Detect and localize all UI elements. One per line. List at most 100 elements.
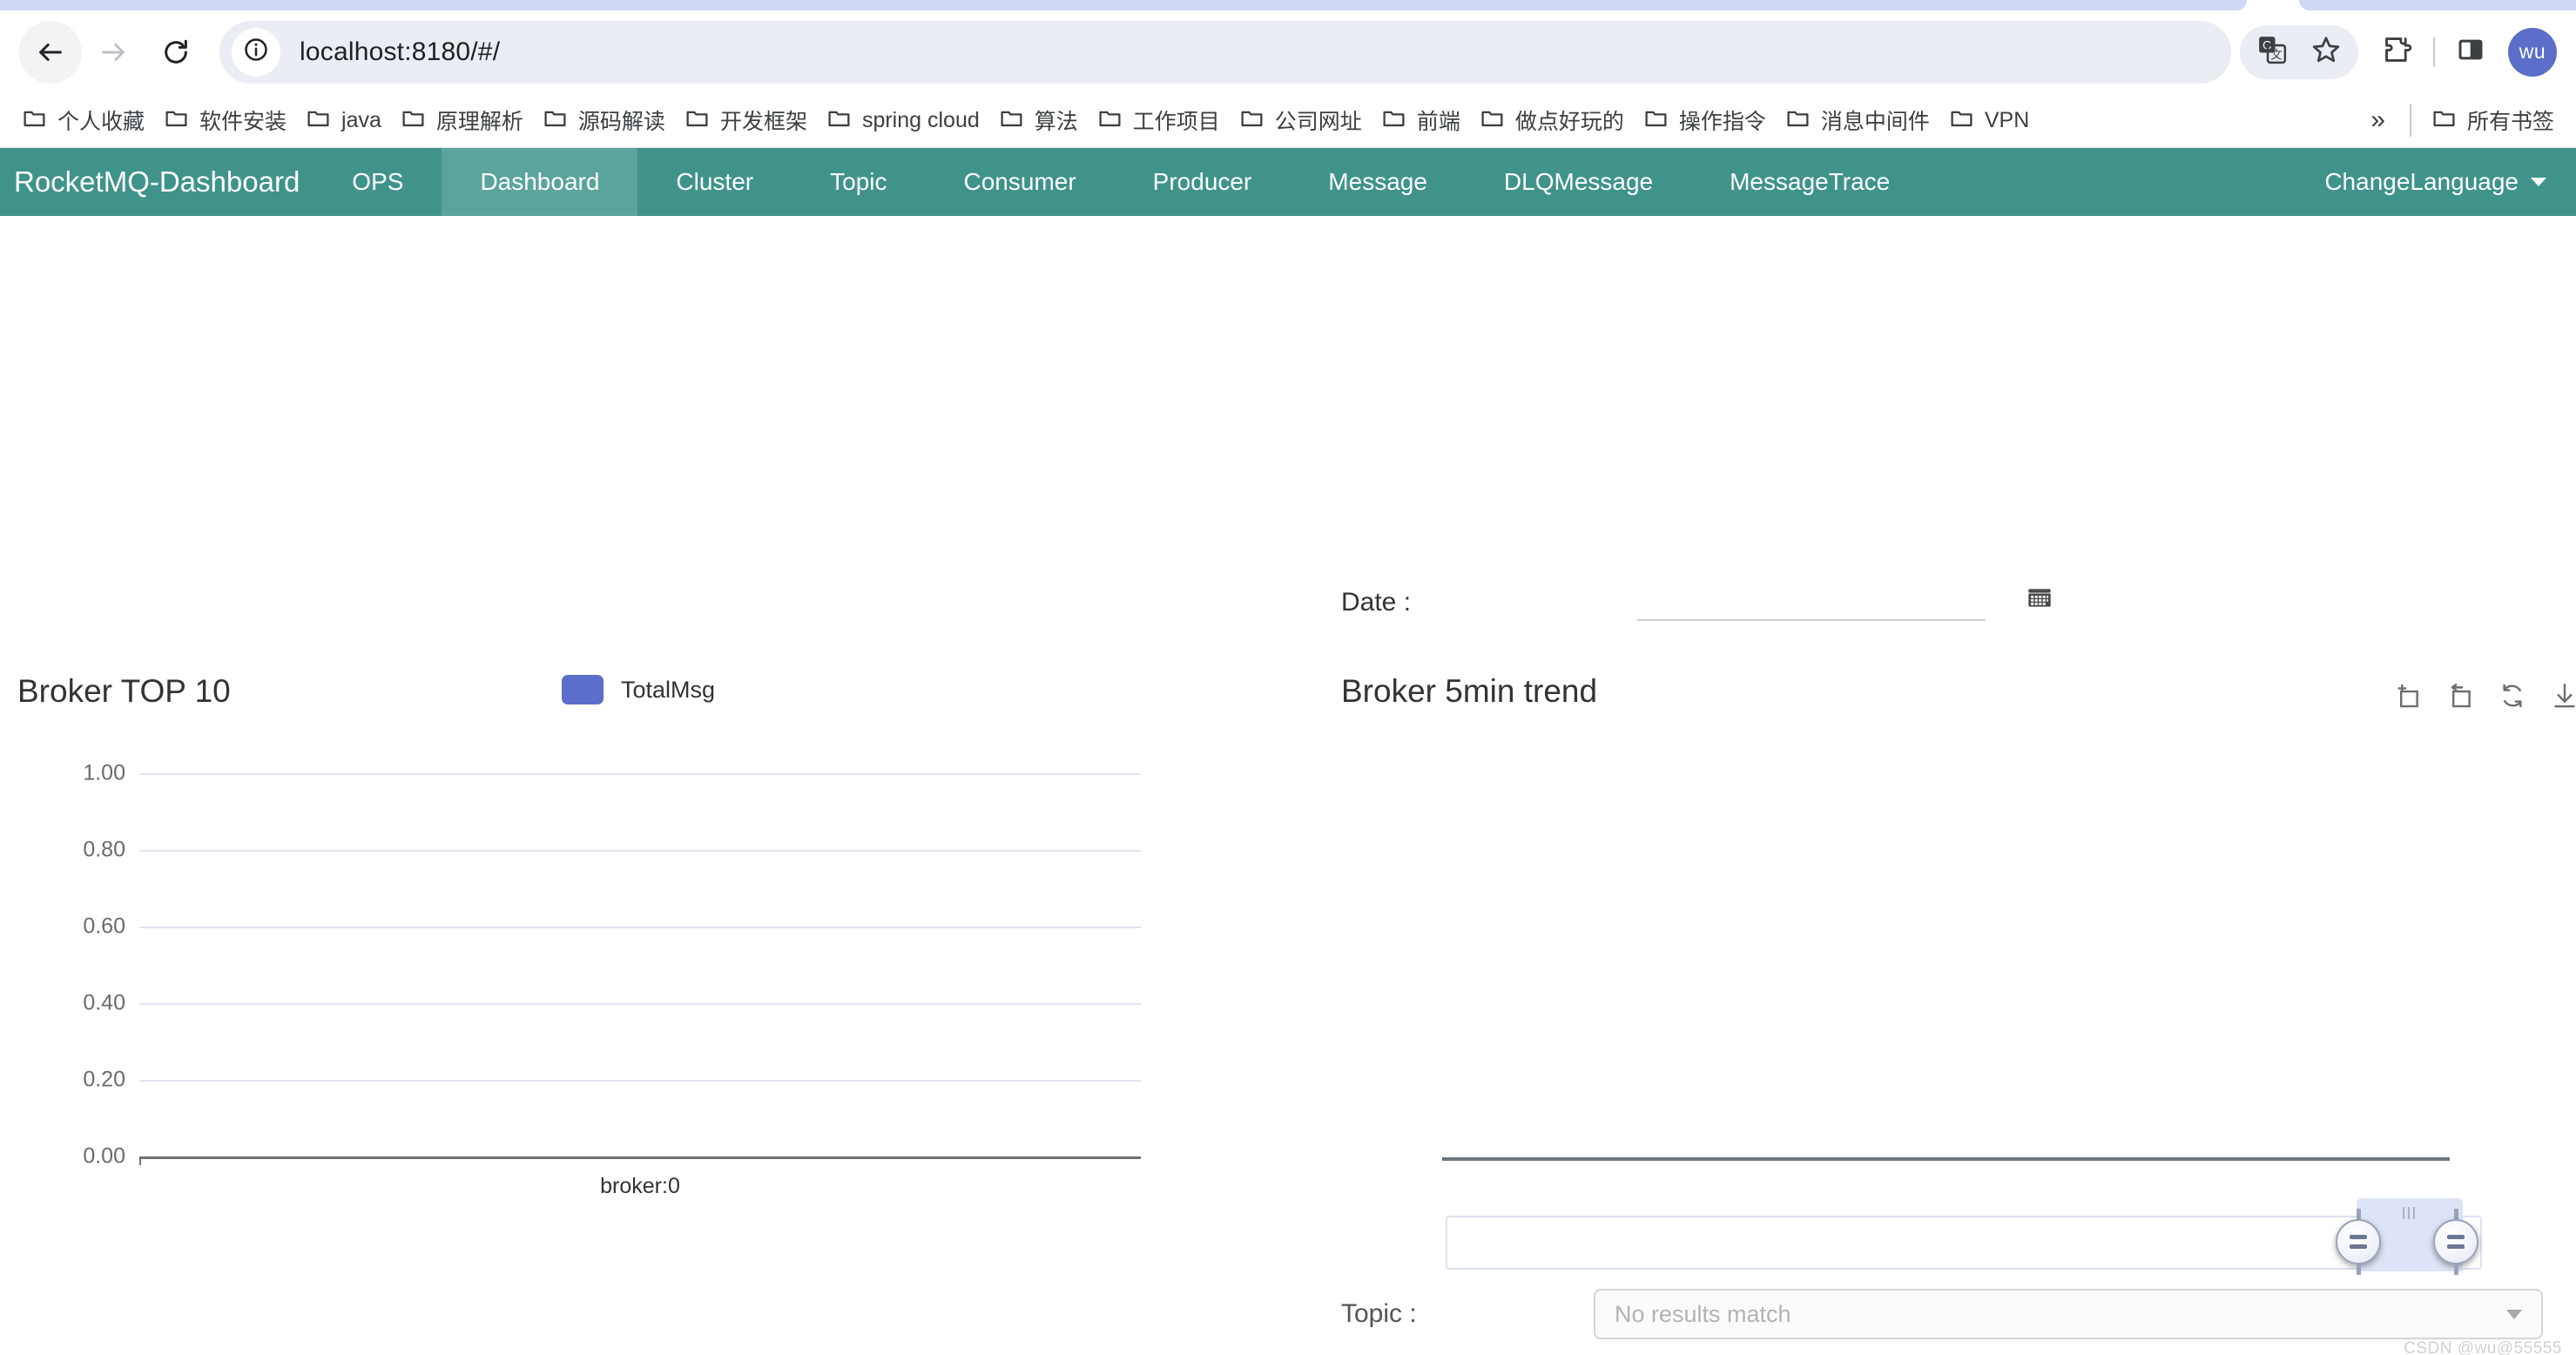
datazoom-back-icon[interactable] xyxy=(2445,681,2475,711)
datazoom-handle-right[interactable] xyxy=(2433,1219,2478,1264)
bookmarks-divider xyxy=(2409,104,2411,137)
side-panel-button[interactable] xyxy=(2444,25,2498,79)
nav-item-ops[interactable]: OPS xyxy=(314,148,442,216)
bookmark-label: 做点好玩的 xyxy=(1514,110,1624,134)
bookmark-item[interactable]: 公司网址 xyxy=(1230,99,1372,141)
topic-select-value: No results match xyxy=(1615,1300,1791,1327)
datazoom-grip-icon: ||| xyxy=(2402,1205,2418,1220)
bookmarks-overflow-button[interactable]: » xyxy=(2357,105,2399,135)
gridline xyxy=(139,927,1141,928)
bookmark-item[interactable]: java xyxy=(296,99,391,141)
bookmark-item[interactable]: 软件安装 xyxy=(154,99,296,141)
folder-icon xyxy=(1239,105,1264,135)
toolbar-actions: G 文 wu xyxy=(2240,24,2557,79)
tabstrip-gap xyxy=(2247,0,2299,10)
folder-icon xyxy=(999,105,1024,135)
broker-trend-toolbox xyxy=(2393,681,2576,711)
bookmark-item[interactable]: 做点好玩的 xyxy=(1470,99,1634,141)
dashboard-page: Date : Broker TOP 10 TotalMsg 1.00 0.80 … xyxy=(0,216,2576,1355)
nav-item-cluster[interactable]: Cluster xyxy=(637,148,792,216)
broker-trend-title: Broker 5min trend xyxy=(1341,673,1598,709)
folder-icon xyxy=(401,105,426,135)
folder-icon xyxy=(1785,105,1811,135)
bookmark-item[interactable]: 开发框架 xyxy=(675,99,817,141)
nav-item-messagetrace[interactable]: MessageTrace xyxy=(1691,148,1928,216)
translate-button[interactable]: G 文 xyxy=(2245,25,2299,79)
bookmark-label: java xyxy=(341,107,381,132)
tabstrip-left-fill xyxy=(0,0,2247,10)
app-brand[interactable]: RocketMQ-Dashboard xyxy=(0,148,314,216)
y-tick-label: 0.80 xyxy=(83,837,125,862)
broker-trend-datazoom-slider[interactable]: ||| xyxy=(1446,1198,2482,1275)
bookmark-label: 公司网址 xyxy=(1274,110,1362,134)
site-info-button[interactable] xyxy=(232,27,280,77)
gridline xyxy=(139,1003,1141,1005)
y-tick-label: 0.00 xyxy=(83,1143,125,1169)
topic-select[interactable]: No results match xyxy=(1594,1289,2543,1339)
gridline xyxy=(139,1080,1141,1082)
url-text: localhost:8180/#/ xyxy=(300,37,501,66)
folder-icon xyxy=(22,105,47,135)
axis-tick-mark xyxy=(139,1156,141,1165)
browser-tabstrip xyxy=(0,0,2576,10)
all-bookmarks-item[interactable]: 所有书签 xyxy=(2422,99,2564,141)
bookmark-item[interactable]: 原理解析 xyxy=(391,99,533,141)
back-arrow-icon xyxy=(36,37,65,67)
bookmark-label: 源码解读 xyxy=(577,110,665,134)
bookmark-item[interactable]: 消息中间件 xyxy=(1776,99,1939,141)
bookmark-item[interactable]: VPN xyxy=(1939,99,2039,141)
omnibox-actions-pill: G 文 xyxy=(2240,24,2358,79)
nav-item-topic[interactable]: Topic xyxy=(792,148,925,216)
tabstrip-right-fill xyxy=(2299,0,2576,10)
gridline xyxy=(139,773,1141,775)
extensions-button[interactable] xyxy=(2370,25,2424,79)
avatar[interactable]: wu xyxy=(2508,27,2557,77)
bookmark-item[interactable]: 算法 xyxy=(989,99,1088,141)
broker-top10-legend[interactable]: TotalMsg xyxy=(562,675,715,704)
bookmark-label: 软件安装 xyxy=(199,110,287,134)
change-language-dropdown[interactable]: ChangeLanguage xyxy=(2303,148,2576,216)
bookmark-item[interactable]: 源码解读 xyxy=(533,99,675,141)
broker-top10-chart[interactable]: 1.00 0.80 0.60 0.40 0.20 0.00 broker:0 xyxy=(83,761,1141,1198)
bookmark-item[interactable]: spring cloud xyxy=(817,99,989,141)
folder-icon xyxy=(164,105,189,135)
broker-top10-title: Broker TOP 10 xyxy=(17,673,231,709)
restore-icon[interactable] xyxy=(2498,681,2527,711)
bookmark-item[interactable]: 操作指令 xyxy=(1634,99,1776,141)
save-image-icon[interactable] xyxy=(2550,681,2576,711)
calendar-icon[interactable] xyxy=(2026,583,2053,621)
bookmark-item[interactable]: 前端 xyxy=(1372,99,1470,141)
nav-item-producer[interactable]: Producer xyxy=(1115,148,1291,216)
bookmark-label: 开发框架 xyxy=(719,110,807,134)
reload-button[interactable] xyxy=(145,21,207,84)
forward-arrow-icon xyxy=(98,37,128,67)
nav-item-consumer[interactable]: Consumer xyxy=(926,148,1115,216)
folder-icon xyxy=(1949,105,1974,135)
date-input[interactable] xyxy=(1637,586,1986,621)
folder-icon xyxy=(2431,105,2457,135)
x-tick-label: broker:0 xyxy=(600,1174,680,1198)
back-button[interactable] xyxy=(19,20,82,84)
nav-item-message[interactable]: Message xyxy=(1290,148,1466,216)
folder-icon xyxy=(1097,105,1123,135)
chevron-down-icon xyxy=(2506,1309,2522,1319)
bookmark-label: 工作项目 xyxy=(1132,110,1220,134)
nav-item-dlqmessage[interactable]: DLQMessage xyxy=(1466,148,1691,216)
datazoom-select-icon[interactable] xyxy=(2393,681,2423,711)
bookmark-label: 算法 xyxy=(1034,110,1078,134)
bookmark-star-icon xyxy=(2311,35,2341,69)
legend-swatch-icon xyxy=(562,675,604,704)
datazoom-handle-left[interactable] xyxy=(2336,1219,2381,1264)
extensions-puzzle-icon xyxy=(2383,35,2412,69)
y-tick-label: 0.60 xyxy=(83,913,125,939)
bookmark-item[interactable]: 个人收藏 xyxy=(12,99,154,141)
browser-toolbar: localhost:8180/#/ G 文 wu xyxy=(0,10,2576,93)
address-bar[interactable]: localhost:8180/#/ xyxy=(219,20,2231,84)
bookmark-item[interactable]: 工作项目 xyxy=(1088,99,1230,141)
side-panel-icon xyxy=(2456,35,2485,69)
y-tick-label: 0.20 xyxy=(83,1067,125,1092)
bookmark-star-button[interactable] xyxy=(2299,25,2353,79)
forward-button[interactable] xyxy=(82,21,145,84)
nav-item-dashboard[interactable]: Dashboard xyxy=(442,148,638,216)
svg-text:文: 文 xyxy=(2270,49,2282,62)
